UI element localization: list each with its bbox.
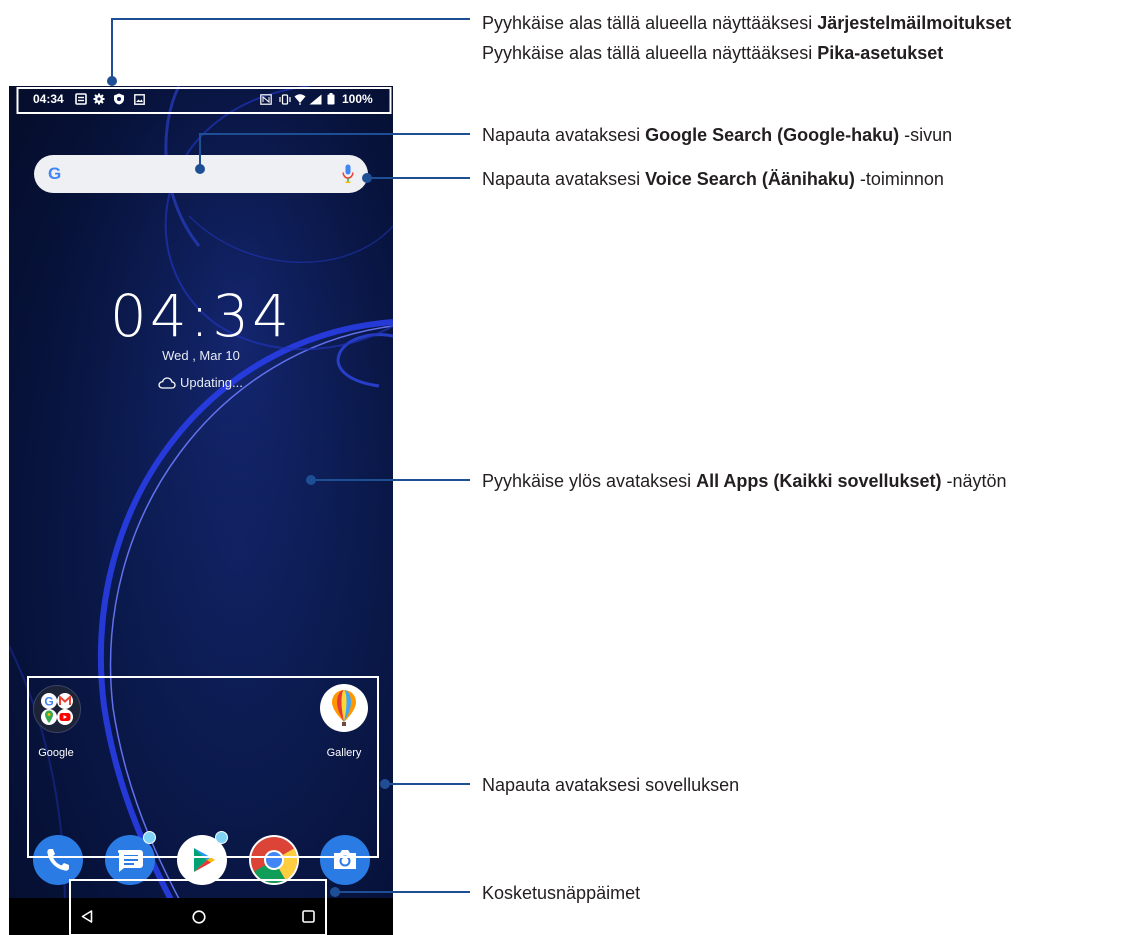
chrome-app[interactable] xyxy=(249,835,299,885)
mic-icon[interactable] xyxy=(342,164,354,188)
callout-notifications: Pyyhkäise alas tällä alueella näyttääkse… xyxy=(482,13,1012,33)
weather-widget[interactable]: Updating... xyxy=(158,375,243,390)
battery-icon xyxy=(327,91,335,107)
navigation-bar xyxy=(9,898,393,935)
battery-percent: 100% xyxy=(342,92,373,106)
gallery-app[interactable] xyxy=(320,684,368,732)
nfc-icon xyxy=(260,91,272,107)
phone-icon xyxy=(47,849,69,871)
back-icon[interactable] xyxy=(81,910,93,923)
status-bar[interactable]: 04:34 100% xyxy=(9,86,393,114)
vibrate-icon xyxy=(279,91,291,107)
callout-voice-search: Napauta avataksesi Voice Search (Äänihak… xyxy=(482,169,944,189)
home-icon[interactable] xyxy=(192,910,206,924)
messages-badge-dot xyxy=(143,831,156,844)
settings-gear-icon xyxy=(93,91,105,107)
camera-icon xyxy=(334,850,356,869)
recents-icon[interactable] xyxy=(302,910,315,923)
weather-status: Updating... xyxy=(180,375,243,390)
callout-nav-keys: Kosketusnäppäimet xyxy=(482,883,641,903)
wallpaper[interactable] xyxy=(9,86,393,935)
status-bar-leader-line xyxy=(111,18,470,81)
google-folder-icon: G xyxy=(41,693,73,725)
google-logo-icon: G xyxy=(48,164,62,183)
callout-google-search: Napauta avataksesi Google Search (Google… xyxy=(482,125,953,145)
play-store-badge-dot xyxy=(215,831,228,844)
google-folder[interactable]: G xyxy=(33,685,81,733)
google-search-bar[interactable]: G xyxy=(34,155,368,193)
camera-app[interactable] xyxy=(320,835,370,885)
cloud-icon xyxy=(158,376,176,389)
signal-icon xyxy=(309,91,322,107)
svg-text:G: G xyxy=(44,695,53,709)
phone-app[interactable] xyxy=(33,835,83,885)
notification-icon xyxy=(75,91,87,107)
phone-screen: 04:34 100% G 04:34 Wed , Mar 10 Updating… xyxy=(9,86,393,935)
gallery-balloon-icon xyxy=(332,690,356,726)
callout-quick-settings: Pyyhkäise alas tällä alueella näyttääkse… xyxy=(482,43,944,63)
wifi-icon xyxy=(294,91,306,107)
status-time: 04:34 xyxy=(33,92,64,106)
clock-widget[interactable]: 04:34 xyxy=(9,282,393,350)
status-bar-callout-dot xyxy=(107,76,117,86)
image-icon xyxy=(134,91,145,107)
gallery-label: Gallery xyxy=(326,747,362,759)
chrome-icon xyxy=(251,837,297,883)
google-folder-label: Google xyxy=(38,747,74,759)
callout-all-apps: Pyyhkäise ylös avataksesi All Apps (Kaik… xyxy=(482,471,1007,491)
date-label: Wed , Mar 10 xyxy=(162,348,240,363)
callout-open-app: Napauta avataksesi sovelluksen xyxy=(482,775,740,795)
shield-icon xyxy=(113,91,125,107)
